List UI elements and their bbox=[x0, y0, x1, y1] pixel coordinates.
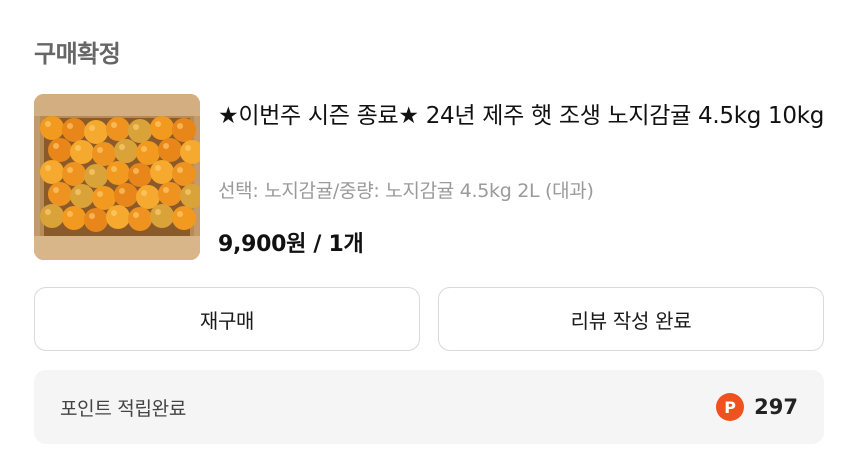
points-earned-box: 포인트 적립완료 P 297 bbox=[34, 370, 824, 444]
product-thumbnail[interactable] bbox=[34, 94, 200, 260]
points-amount: P 297 bbox=[716, 393, 798, 421]
rebuy-button[interactable]: 재구매 bbox=[34, 287, 420, 351]
orange-box-image bbox=[34, 94, 200, 260]
order-status-title: 구매확정 bbox=[34, 40, 121, 68]
product-price: 9,900원 / 1개 bbox=[218, 232, 364, 257]
points-label: 포인트 적립완료 bbox=[60, 397, 187, 420]
points-value: 297 bbox=[754, 395, 798, 419]
review-done-button[interactable]: 리뷰 작성 완료 bbox=[438, 287, 824, 351]
product-option: 선택: 노지감귤/중량: 노지감귤 4.5kg 2L (대과) bbox=[218, 180, 594, 202]
product-name[interactable]: ★이번주 시즌 종료★ 24년 제주 햇 조생 노지감귤 4.5kg 10kg bbox=[218, 98, 828, 135]
point-coin-icon: P bbox=[716, 393, 745, 421]
